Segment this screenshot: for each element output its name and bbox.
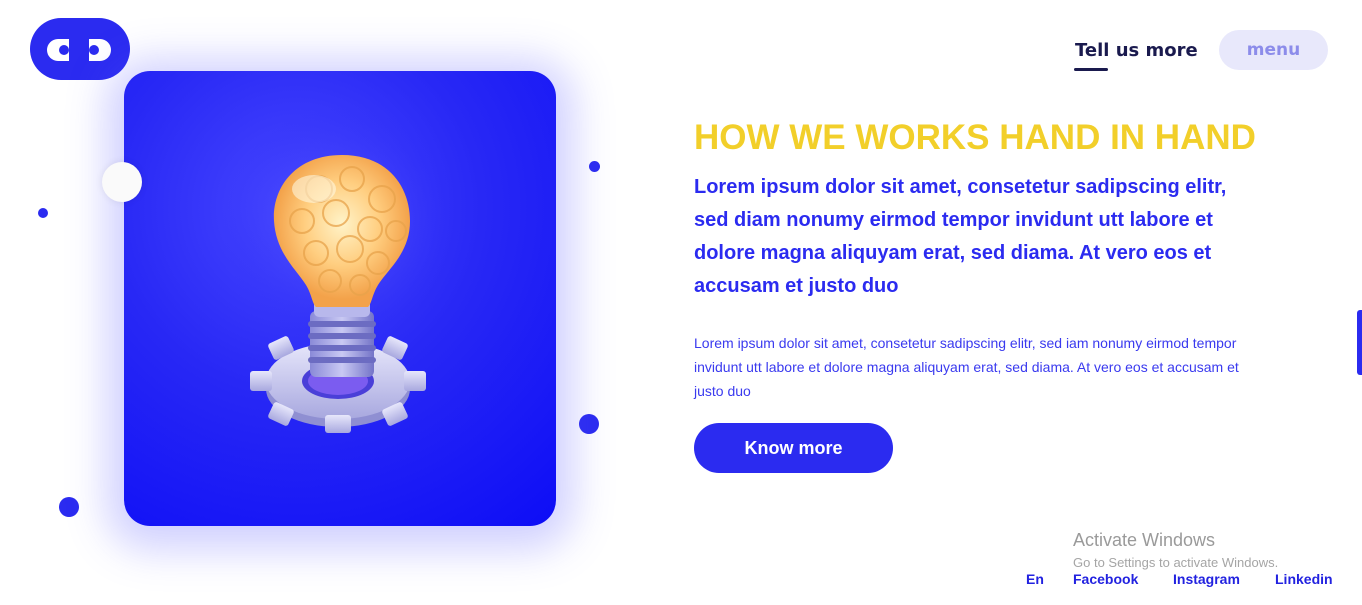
page-title: HOW WE WORKS HAND IN HAND — [694, 118, 1256, 157]
language-link[interactable]: En — [1026, 571, 1044, 587]
side-scroll-indicator[interactable] — [1357, 310, 1362, 375]
lead-paragraph: Lorem ipsum dolor sit amet, consetetur s… — [694, 176, 1227, 297]
logo-left-pupil — [59, 45, 69, 55]
decor-dot — [59, 497, 79, 517]
tell-us-more-link[interactable]: Tell us more — [1075, 40, 1198, 61]
know-more-button[interactable]: Know more — [694, 423, 893, 473]
body-paragraph: Lorem ipsum dolor sit amet, consetetur s… — [694, 335, 1239, 399]
page: Tell us more menu HOW WE WORKS HAND IN H… — [0, 0, 1362, 605]
hero-illustration-card — [124, 71, 556, 526]
decor-dot — [38, 208, 48, 218]
brand-logo[interactable] — [30, 18, 130, 80]
instagram-link[interactable]: Instagram — [1173, 571, 1240, 587]
activate-windows-subtitle: Go to Settings to activate Windows. — [1073, 555, 1279, 570]
decor-circle — [102, 162, 142, 202]
menu-button[interactable]: menu — [1219, 30, 1328, 70]
tell-us-more-underline — [1074, 68, 1108, 71]
linkedin-link[interactable]: Linkedin — [1275, 571, 1333, 587]
decor-dot — [579, 414, 599, 434]
logo-right-pupil — [89, 45, 99, 55]
activate-windows-title: Activate Windows — [1073, 530, 1216, 550]
facebook-link[interactable]: Facebook — [1073, 571, 1138, 587]
decor-dot — [589, 161, 600, 172]
lightbulb-gear-icon — [222, 106, 462, 433]
